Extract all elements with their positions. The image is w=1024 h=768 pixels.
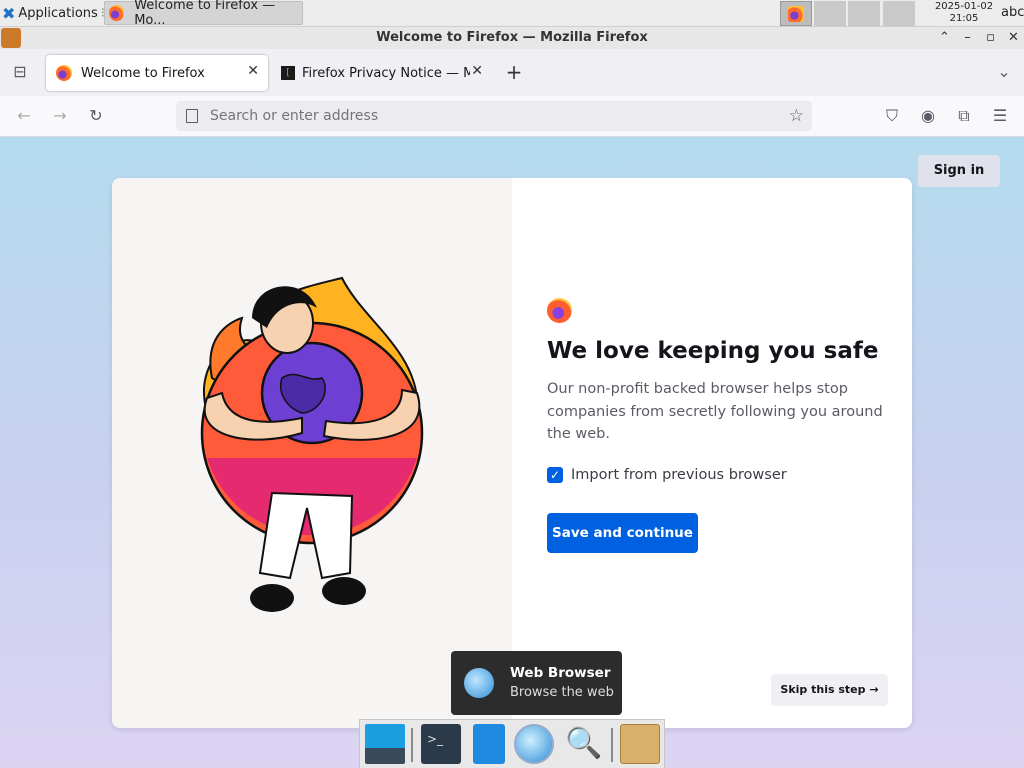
list-all-tabs-icon[interactable]: ⌄	[993, 61, 1015, 83]
web-browser-icon	[464, 668, 494, 698]
close-window-button[interactable]: ✕	[1007, 27, 1020, 49]
save-and-continue-button[interactable]: Save and continue	[547, 513, 698, 553]
maximize-button[interactable]: ▫	[984, 27, 997, 49]
url-bar[interactable]: ☆	[176, 101, 812, 131]
navigation-toolbar: ← → ↻ ☆ ⛉ ◉ ⧉ ☰	[0, 96, 1024, 137]
illustration-panel	[112, 178, 512, 728]
tab-bar: ⊟ Welcome to Firefox ✕ [ Firefox Privacy…	[0, 49, 1024, 96]
tab-welcome[interactable]: Welcome to Firefox ✕	[46, 55, 268, 91]
xfce-logo-icon: ✖	[2, 4, 16, 23]
dock-tooltip: Web Browser Browse the web	[451, 651, 622, 715]
tab-label: Firefox Privacy Notice — M	[302, 65, 470, 81]
minimize-button[interactable]: –	[961, 27, 974, 49]
address-input[interactable]	[210, 108, 770, 124]
reload-icon[interactable]: ↻	[85, 105, 107, 127]
applications-label: Applications	[18, 6, 98, 21]
skip-step-button[interactable]: Skip this step →	[771, 674, 888, 706]
firefox-window-icon	[1, 28, 21, 48]
taskbar-window-title: Welcome to Firefox — Mo...	[134, 0, 276, 28]
shade-button[interactable]: ⌃	[938, 27, 951, 49]
window-titlebar: Welcome to Firefox — Mozilla Firefox ⌃ –…	[0, 27, 1024, 49]
onboarding-content: We love keeping you safe Our non-profit …	[512, 178, 912, 728]
dock-separator	[611, 728, 613, 762]
clock[interactable]: 2025-01-02 21:05	[928, 1, 1000, 25]
workspace-4[interactable]	[883, 1, 915, 26]
tooltip-subtitle: Browse the web	[510, 685, 614, 700]
forward-icon[interactable]: →	[49, 105, 71, 127]
file-manager-icon[interactable]	[473, 724, 505, 764]
tooltip-title: Web Browser	[510, 665, 611, 681]
firefox-logo-icon	[547, 298, 572, 323]
tab-privacy-notice[interactable]: [ Firefox Privacy Notice — M ✕	[272, 55, 490, 91]
page-heading: We love keeping you safe	[547, 338, 879, 364]
workspace-1[interactable]	[780, 1, 812, 26]
firefox-icon	[788, 6, 804, 22]
tab-label: Welcome to Firefox	[81, 65, 205, 81]
page-subtext: Our non-profit backed browser helps stop…	[547, 381, 883, 442]
bookmark-star-icon[interactable]: ☆	[789, 106, 804, 126]
import-checkbox-row[interactable]: ✓ Import from previous browser	[547, 467, 787, 483]
back-icon[interactable]: ←	[13, 105, 35, 127]
sign-in-button[interactable]: Sign in	[918, 155, 1000, 187]
close-tab-icon[interactable]: ✕	[471, 63, 483, 79]
terminal-icon[interactable]: >_	[421, 724, 461, 764]
show-desktop-icon[interactable]	[365, 724, 405, 764]
firefox-favicon-icon	[56, 65, 72, 81]
close-tab-icon[interactable]: ✕	[247, 63, 259, 79]
firefox-icon	[109, 5, 125, 21]
workspace-3[interactable]	[848, 1, 880, 26]
applications-menu[interactable]: ✖ Applications ⁝	[0, 0, 105, 27]
firefox-view-icon[interactable]: ⊟	[9, 61, 31, 83]
account-icon[interactable]: ◉	[917, 105, 939, 127]
app-menu-icon[interactable]: ☰	[989, 105, 1011, 127]
clock-time: 21:05	[949, 13, 979, 24]
keyboard-layout-indicator[interactable]: abc	[1001, 5, 1024, 20]
extensions-icon[interactable]: ⧉	[953, 105, 975, 127]
privacy-favicon-icon: [	[281, 66, 295, 80]
taskbar-window-button[interactable]: Welcome to Firefox — Mo...	[104, 0, 303, 28]
clock-date: 2025-01-02	[934, 1, 994, 12]
dock: >_ 🔍	[359, 719, 665, 768]
new-tab-icon[interactable]: +	[503, 61, 525, 83]
pocket-icon[interactable]: ⛉	[881, 105, 903, 127]
workspace-2[interactable]	[814, 1, 846, 26]
top-panel: ✖ Applications ⁝ Welcome to Firefox — Mo…	[0, 0, 1024, 28]
onboarding-card: We love keeping you safe Our non-profit …	[112, 178, 912, 728]
app-finder-icon[interactable]: 🔍	[564, 724, 604, 764]
home-folder-icon[interactable]	[620, 724, 660, 764]
window-title: Welcome to Firefox — Mozilla Firefox	[376, 30, 648, 45]
person-hugging-globe-illustration	[200, 276, 424, 612]
import-checkbox[interactable]: ✓	[547, 467, 563, 483]
page-icon	[186, 109, 198, 123]
web-browser-dock-icon[interactable]	[514, 724, 554, 764]
import-checkbox-label: Import from previous browser	[571, 467, 787, 483]
dock-separator	[411, 728, 413, 762]
